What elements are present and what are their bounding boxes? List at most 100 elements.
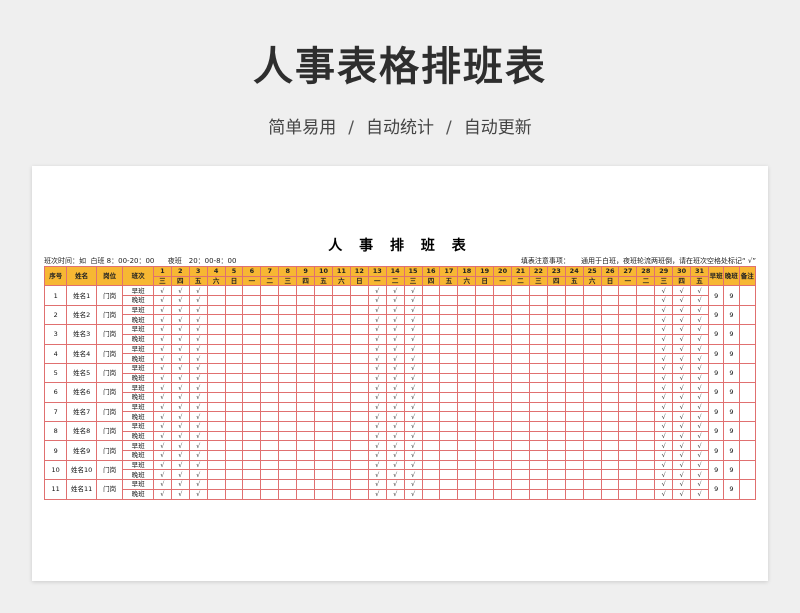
schedule-cell[interactable] [582, 440, 602, 452]
schedule-cell[interactable] [600, 382, 620, 393]
schedule-cell[interactable] [546, 295, 566, 306]
schedule-cell[interactable]: √ [690, 304, 709, 316]
schedule-cell[interactable] [349, 353, 369, 364]
schedule-cell[interactable]: √ [690, 372, 709, 384]
schedule-cell[interactable] [457, 353, 477, 364]
schedule-cell[interactable]: √ [403, 421, 423, 432]
schedule-cell[interactable] [439, 314, 459, 326]
schedule-cell[interactable] [349, 314, 369, 326]
schedule-cell[interactable] [314, 333, 333, 345]
schedule-cell[interactable] [582, 421, 602, 432]
schedule-cell[interactable] [493, 295, 513, 306]
schedule-cell[interactable] [600, 295, 620, 306]
schedule-cell[interactable] [636, 391, 656, 403]
schedule-cell[interactable] [314, 469, 333, 481]
schedule-cell[interactable] [278, 411, 298, 422]
schedule-cell[interactable]: √ [170, 343, 190, 355]
schedule-cell[interactable]: √ [188, 450, 208, 461]
schedule-cell[interactable]: √ [170, 421, 190, 432]
schedule-cell[interactable]: √ [170, 362, 190, 374]
schedule-cell[interactable] [582, 285, 602, 297]
schedule-cell[interactable] [242, 430, 262, 442]
schedule-cell[interactable]: √ [690, 459, 709, 471]
schedule-cell[interactable] [564, 401, 584, 413]
schedule-cell[interactable] [314, 353, 333, 364]
schedule-cell[interactable]: √ [385, 285, 405, 297]
schedule-cell[interactable] [475, 479, 495, 490]
schedule-cell[interactable]: √ [170, 285, 190, 297]
schedule-cell[interactable]: √ [672, 382, 692, 393]
schedule-cell[interactable]: √ [188, 459, 208, 471]
schedule-cell[interactable] [242, 469, 262, 481]
schedule-cell[interactable]: √ [152, 488, 172, 500]
schedule-cell[interactable] [439, 372, 459, 384]
schedule-cell[interactable]: √ [403, 333, 423, 345]
schedule-cell[interactable] [206, 459, 226, 471]
schedule-cell[interactable] [636, 304, 656, 316]
schedule-cell[interactable] [457, 479, 477, 490]
schedule-cell[interactable]: √ [152, 391, 172, 403]
schedule-cell[interactable] [260, 304, 280, 316]
schedule-cell[interactable]: √ [385, 333, 405, 345]
schedule-cell[interactable] [582, 372, 602, 384]
schedule-cell[interactable] [439, 479, 459, 490]
schedule-cell[interactable] [457, 421, 477, 432]
schedule-cell[interactable] [475, 285, 495, 297]
schedule-cell[interactable]: √ [188, 324, 208, 335]
schedule-cell[interactable] [636, 450, 656, 461]
schedule-cell[interactable]: √ [672, 343, 692, 355]
schedule-cell[interactable] [260, 430, 280, 442]
schedule-cell[interactable] [511, 382, 530, 393]
schedule-cell[interactable] [528, 324, 548, 335]
schedule-cell[interactable] [421, 304, 441, 316]
schedule-cell[interactable] [600, 440, 620, 452]
schedule-cell[interactable] [564, 440, 584, 452]
schedule-cell[interactable]: √ [672, 469, 692, 481]
schedule-cell[interactable]: √ [403, 362, 423, 374]
schedule-cell[interactable] [618, 469, 638, 481]
schedule-cell[interactable] [296, 469, 316, 481]
schedule-cell[interactable] [475, 411, 495, 422]
schedule-cell[interactable]: √ [403, 343, 423, 355]
schedule-cell[interactable] [618, 401, 638, 413]
schedule-cell[interactable] [475, 459, 495, 471]
schedule-cell[interactable] [242, 479, 262, 490]
schedule-cell[interactable]: √ [367, 295, 387, 306]
schedule-cell[interactable] [636, 295, 656, 306]
schedule-cell[interactable] [600, 353, 620, 364]
schedule-cell[interactable] [331, 343, 351, 355]
schedule-cell[interactable] [242, 362, 262, 374]
schedule-cell[interactable] [421, 401, 441, 413]
schedule-cell[interactable] [511, 304, 530, 316]
schedule-cell[interactable] [349, 372, 369, 384]
schedule-cell[interactable] [511, 353, 530, 364]
schedule-cell[interactable]: √ [403, 488, 423, 500]
schedule-cell[interactable] [224, 430, 244, 442]
schedule-cell[interactable] [331, 488, 351, 500]
schedule-cell[interactable] [564, 353, 584, 364]
schedule-cell[interactable] [331, 391, 351, 403]
schedule-cell[interactable]: √ [367, 314, 387, 326]
schedule-cell[interactable] [582, 382, 602, 393]
schedule-cell[interactable] [493, 479, 513, 490]
schedule-cell[interactable] [439, 304, 459, 316]
schedule-cell[interactable]: √ [188, 479, 208, 490]
schedule-cell[interactable] [296, 459, 316, 471]
schedule-cell[interactable] [439, 295, 459, 306]
schedule-cell[interactable] [618, 421, 638, 432]
schedule-cell[interactable] [260, 343, 280, 355]
schedule-cell[interactable] [582, 450, 602, 461]
schedule-cell[interactable] [242, 285, 262, 297]
schedule-cell[interactable]: √ [367, 343, 387, 355]
schedule-cell[interactable] [224, 440, 244, 452]
schedule-cell[interactable] [296, 295, 316, 306]
schedule-cell[interactable] [511, 333, 530, 345]
schedule-cell[interactable] [600, 333, 620, 345]
schedule-cell[interactable] [618, 343, 638, 355]
schedule-cell[interactable] [493, 469, 513, 481]
schedule-cell[interactable] [528, 411, 548, 422]
schedule-cell[interactable]: √ [188, 401, 208, 413]
schedule-cell[interactable]: √ [152, 450, 172, 461]
schedule-cell[interactable] [349, 382, 369, 393]
schedule-cell[interactable] [528, 421, 548, 432]
